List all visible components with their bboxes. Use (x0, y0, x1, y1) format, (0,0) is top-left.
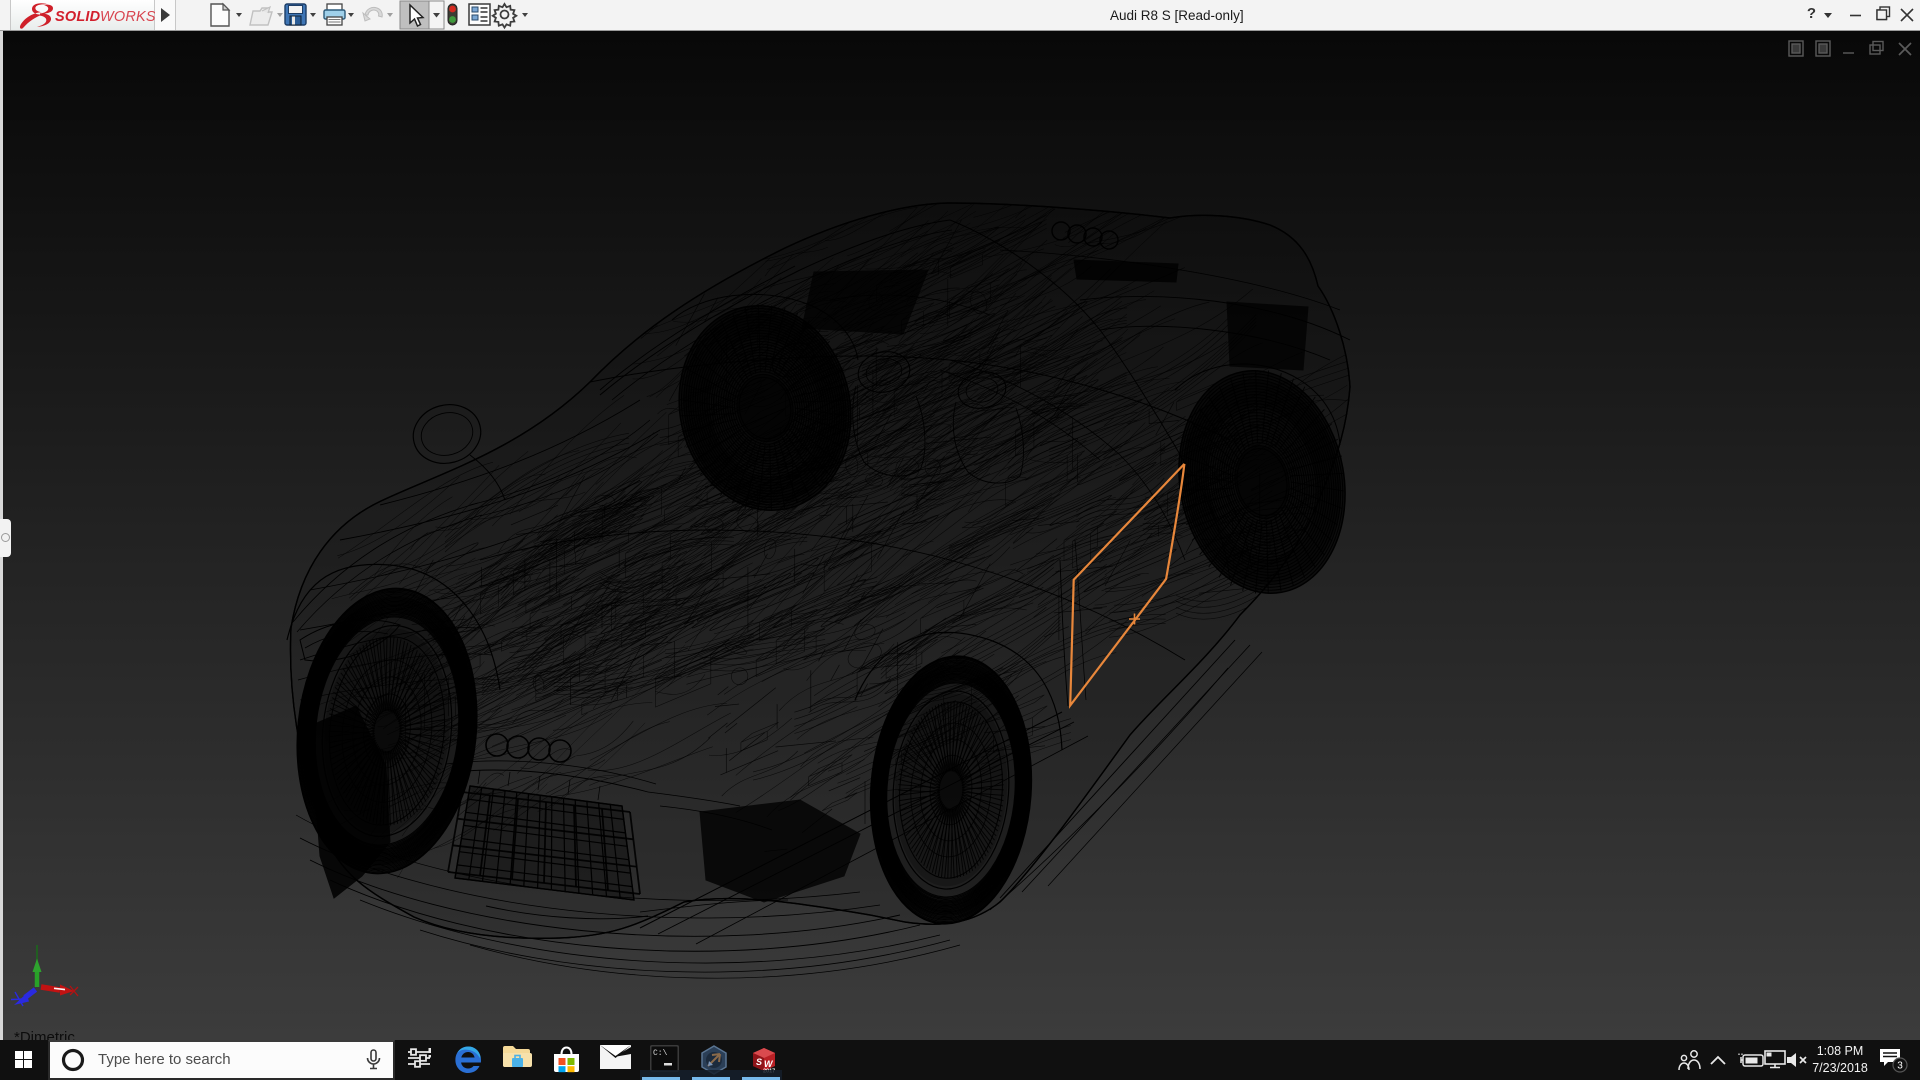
svg-text:WORKS: WORKS (100, 9, 156, 25)
svg-text:S: S (756, 1057, 762, 1067)
svg-text:C:\: C:\ (653, 1049, 668, 1058)
svg-text:3: 3 (1897, 1061, 1903, 1072)
svg-text:SOLID: SOLID (55, 9, 101, 25)
